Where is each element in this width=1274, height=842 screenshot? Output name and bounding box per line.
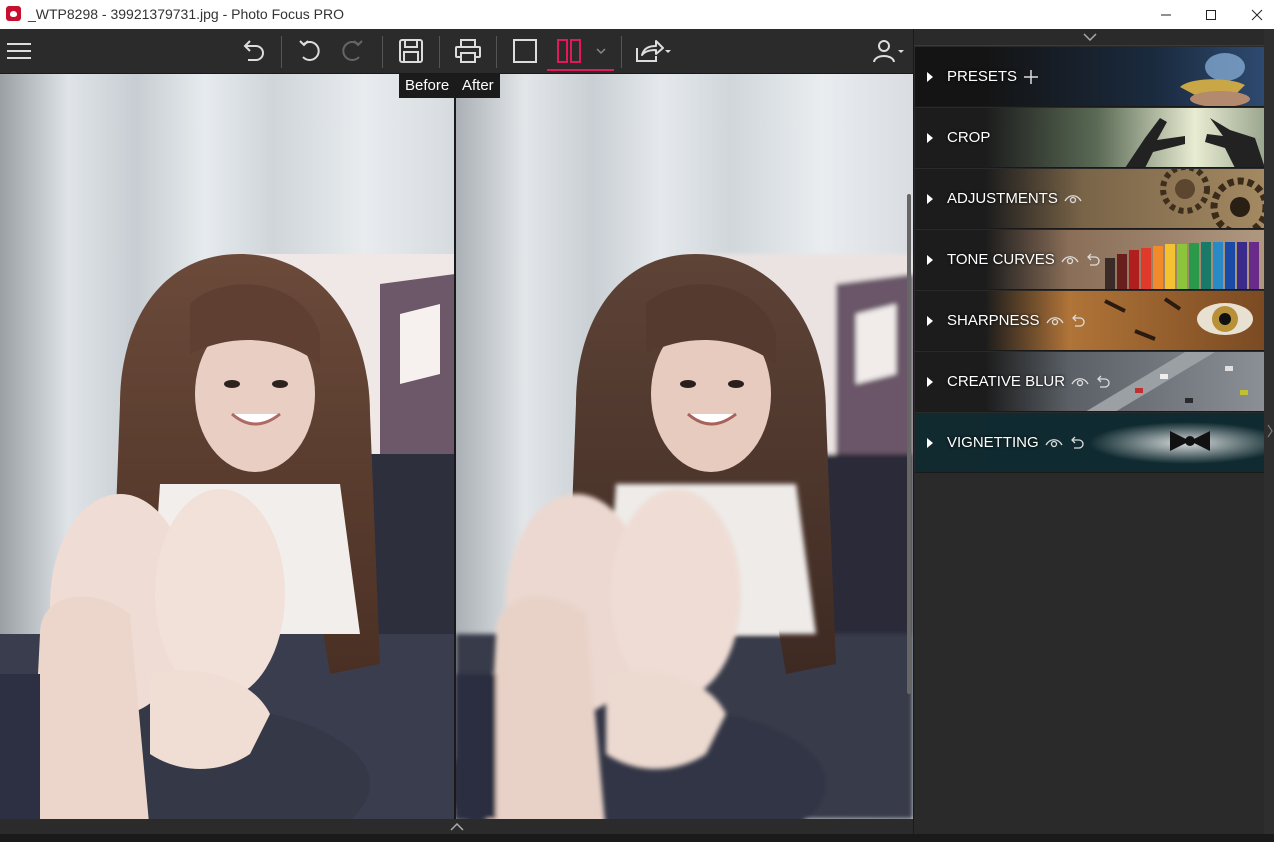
panel-item-label: SHARPNESS	[947, 312, 1040, 329]
minimize-button[interactable]	[1143, 0, 1189, 29]
eye-icon[interactable]	[1064, 193, 1082, 205]
toolbar-separator	[621, 36, 622, 68]
redo-icon[interactable]	[336, 33, 370, 69]
window-title: _WTP8298 - 39921379731.jpg - Photo Focus…	[28, 6, 344, 22]
expand-arrow-icon	[927, 376, 933, 387]
toolbar	[0, 29, 913, 74]
panel-item-label: PRESETS	[947, 68, 1018, 85]
split-dropdown-icon[interactable]	[595, 47, 606, 55]
filmstrip-toggle[interactable]	[0, 819, 913, 834]
menu-icon[interactable]	[4, 33, 34, 69]
split-view-icon	[556, 38, 582, 64]
canvas-scrollbar[interactable]	[907, 194, 911, 694]
panel-item-label: VIGNETTING	[947, 434, 1039, 451]
panel-item-label: TONE CURVES	[947, 251, 1055, 268]
panel-item-adjustments[interactable]: ADJUSTMENTS	[915, 169, 1265, 229]
panel-item-label: CREATIVE BLUR	[947, 373, 1066, 390]
expand-arrow-icon	[927, 437, 933, 448]
expand-arrow-icon	[927, 132, 933, 143]
print-icon[interactable]	[450, 33, 486, 69]
eye-icon[interactable]	[1045, 437, 1063, 449]
panel-scrollbar[interactable]	[1264, 29, 1274, 834]
eye-icon[interactable]	[1061, 254, 1079, 266]
panel-item-label: CROP	[947, 129, 991, 146]
crop-banner-image	[985, 108, 1265, 167]
undo-icon[interactable]	[292, 33, 326, 69]
toolbar-separator	[281, 36, 282, 68]
panel-item-vignetting[interactable]: VIGNETTING	[915, 413, 1265, 473]
undo-all-icon[interactable]	[236, 33, 270, 69]
panel-collapse-toggle[interactable]	[914, 29, 1266, 46]
chevron-right-icon[interactable]	[1265, 421, 1274, 441]
eye-icon[interactable]	[1071, 376, 1089, 388]
after-photo[interactable]	[456, 74, 913, 819]
panel-item-crop[interactable]: CROP	[915, 108, 1265, 168]
split-divider[interactable]	[454, 74, 456, 819]
single-view-icon[interactable]	[508, 33, 542, 69]
expand-arrow-icon	[927, 193, 933, 204]
plus-icon[interactable]	[1023, 69, 1039, 85]
user-icon[interactable]	[870, 33, 908, 69]
eye-icon[interactable]	[1045, 315, 1064, 327]
save-icon[interactable]	[394, 33, 428, 69]
reset-icon[interactable]	[1085, 252, 1101, 268]
expand-arrow-icon	[927, 254, 933, 265]
close-button[interactable]	[1234, 0, 1274, 29]
before-label: Before	[399, 74, 456, 98]
reset-icon[interactable]	[1095, 374, 1111, 390]
panel-item-tone-curves[interactable]: TONE CURVES	[915, 230, 1265, 290]
toolbar-separator	[382, 36, 383, 68]
app-logo-icon	[6, 6, 21, 21]
before-photo[interactable]	[0, 74, 455, 819]
photo-canvas[interactable]: Before After	[0, 74, 913, 819]
toolbar-separator	[439, 36, 440, 68]
panel-item-label: ADJUSTMENTS	[947, 190, 1058, 207]
title-bar: _WTP8298 - 39921379731.jpg - Photo Focus…	[0, 0, 1274, 29]
panel-item-sharpness[interactable]: SHARPNESS	[915, 291, 1265, 351]
panel-item-creative-blur[interactable]: CREATIVE BLUR	[915, 352, 1265, 412]
expand-arrow-icon	[927, 315, 933, 326]
tools-panel: PRESETS CROP ADJUSTMENTS TONE CURVES SHA…	[913, 29, 1274, 834]
after-label: After	[456, 74, 500, 98]
panel-item-presets[interactable]: PRESETS	[915, 47, 1265, 107]
share-icon[interactable]	[632, 33, 674, 69]
toolbar-separator	[496, 36, 497, 68]
status-edge	[0, 834, 1274, 842]
split-view-button[interactable]	[547, 33, 614, 71]
maximize-button[interactable]	[1188, 0, 1234, 29]
chevron-up-icon[interactable]	[449, 822, 464, 831]
chevron-down-icon[interactable]	[1083, 33, 1097, 41]
reset-icon[interactable]	[1069, 435, 1085, 451]
expand-arrow-icon	[927, 71, 933, 82]
reset-icon[interactable]	[1070, 313, 1086, 329]
